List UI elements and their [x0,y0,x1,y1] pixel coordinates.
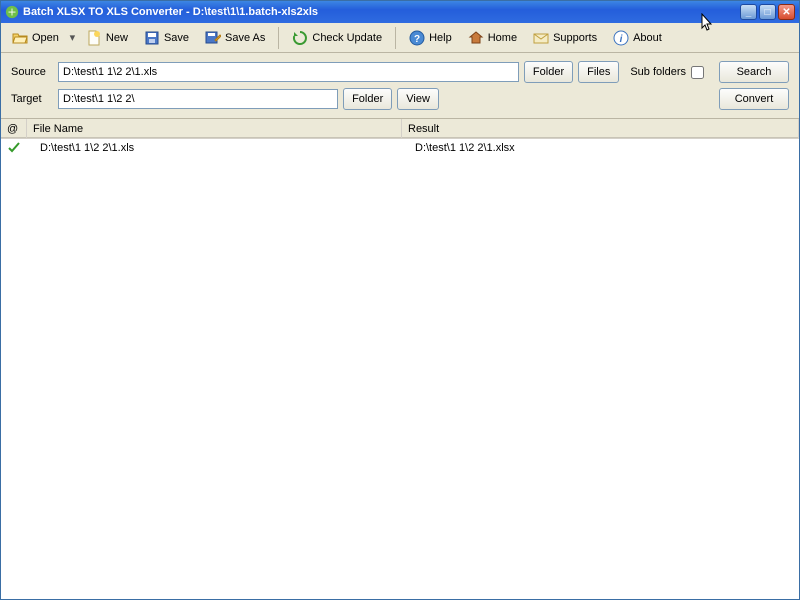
about-button[interactable]: i About [606,26,669,50]
list-body[interactable]: D:\test\1 1\2 2\1.xls D:\test\1 1\2 2\1.… [1,139,799,599]
floppy-pen-icon [205,30,221,46]
supports-button[interactable]: Supports [526,26,604,50]
help-icon: ? [409,30,425,46]
home-icon [468,30,484,46]
target-row: Target Folder View Convert [11,88,789,110]
app-window: Batch XLSX TO XLS Converter - D:\test\1\… [0,0,800,600]
svg-text:i: i [620,34,623,45]
app-icon [5,5,19,19]
toolbar: Open ▾ New Save Save As Check Update ? H… [1,23,799,53]
folder-open-icon [12,30,28,46]
convert-button[interactable]: Convert [719,88,789,110]
check-label: Check Update [312,32,382,44]
about-label: About [633,32,662,44]
separator [395,27,396,49]
open-dropdown[interactable]: ▾ [68,27,77,49]
info-icon: i [613,30,629,46]
source-row: Source Folder Files Sub folders Search [11,61,789,83]
refresh-icon [292,30,308,46]
item-file: D:\test\1 1\2 2\1.xls [27,142,402,154]
home-label: Home [488,32,517,44]
separator [278,27,279,49]
col-filename[interactable]: File Name [27,119,402,138]
mail-icon [533,30,549,46]
source-input[interactable] [58,62,519,82]
new-file-icon [86,30,102,46]
col-status[interactable]: @ [1,119,27,138]
save-button[interactable]: Save [137,26,196,50]
help-button[interactable]: ? Help [402,26,459,50]
subfolders-checkbox[interactable] [691,66,704,79]
source-files-button[interactable]: Files [578,61,619,83]
check-icon [8,142,20,154]
target-input[interactable] [58,89,338,109]
open-label: Open [32,32,59,44]
search-button[interactable]: Search [719,61,789,83]
minimize-button[interactable]: _ [740,4,757,20]
target-label: Target [11,93,53,105]
help-label: Help [429,32,452,44]
io-form: Source Folder Files Sub folders Search T… [1,53,799,119]
saveas-button[interactable]: Save As [198,26,272,50]
svg-text:?: ? [414,34,420,45]
item-result: D:\test\1 1\2 2\1.xlsx [402,142,799,154]
list-item[interactable]: D:\test\1 1\2 2\1.xls D:\test\1 1\2 2\1.… [1,139,799,157]
save-label: Save [164,32,189,44]
target-folder-button[interactable]: Folder [343,88,392,110]
subfolders-label: Sub folders [630,66,686,78]
target-view-button[interactable]: View [397,88,439,110]
source-label: Source [11,66,53,78]
new-label: New [106,32,128,44]
check-update-button[interactable]: Check Update [285,26,389,50]
home-button[interactable]: Home [461,26,524,50]
new-button[interactable]: New [79,26,135,50]
maximize-button[interactable]: □ [759,4,776,20]
source-folder-button[interactable]: Folder [524,61,573,83]
col-result[interactable]: Result [402,119,799,138]
saveas-label: Save As [225,32,265,44]
title-bar: Batch XLSX TO XLS Converter - D:\test\1\… [1,1,799,23]
close-button[interactable]: ✕ [778,4,795,20]
open-button[interactable]: Open [5,26,66,50]
list-header: @ File Name Result [1,119,799,139]
window-title: Batch XLSX TO XLS Converter - D:\test\1\… [23,6,736,18]
supports-label: Supports [553,32,597,44]
floppy-icon [144,30,160,46]
